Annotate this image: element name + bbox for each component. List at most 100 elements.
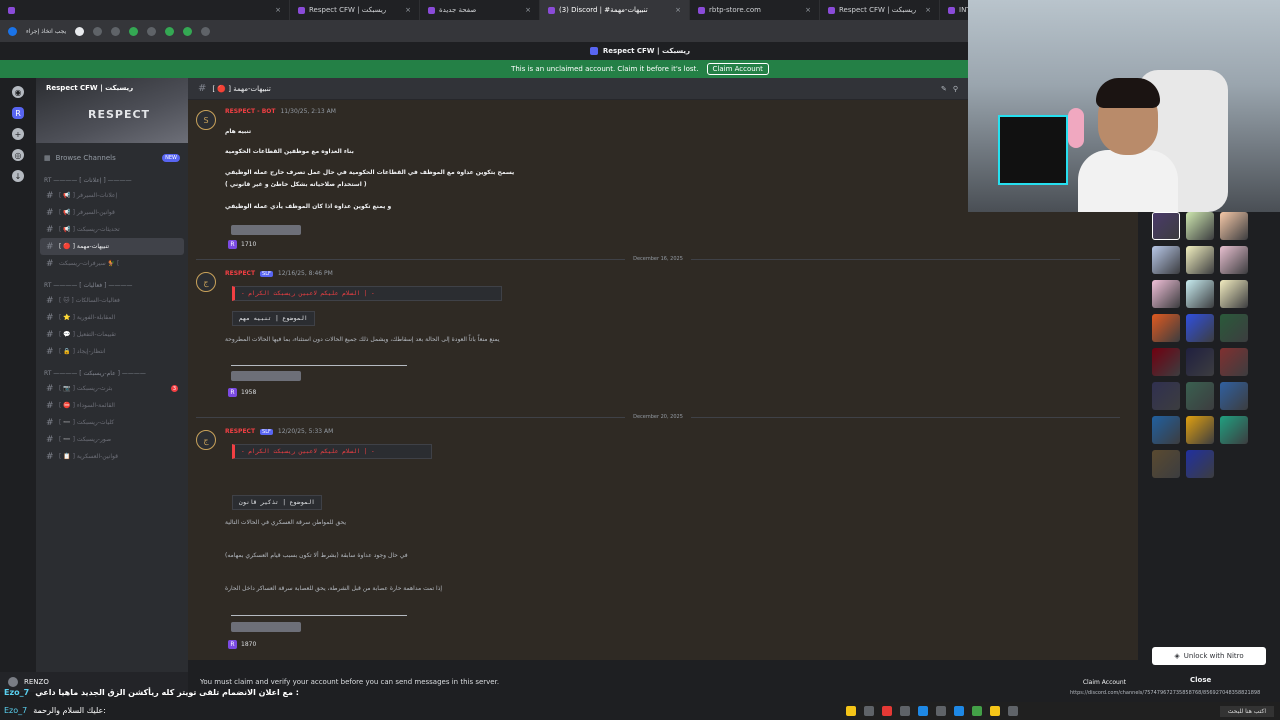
gradient-swatch[interactable] xyxy=(1152,212,1180,240)
subject-code: الموضوع | تذكير قانون xyxy=(232,495,322,510)
app-icon[interactable] xyxy=(900,706,910,716)
channel-item[interactable]: # [ ⛔ ] القائمة-السوداء xyxy=(36,397,188,414)
channel-item[interactable]: # [ 📢 ] تحديثات-ريسبكت xyxy=(36,221,188,238)
taskbar-search[interactable]: اكتب هنا للبحث xyxy=(1219,705,1274,717)
extension-icon[interactable] xyxy=(183,26,193,36)
gradient-swatch[interactable] xyxy=(1220,280,1248,308)
app-icon[interactable] xyxy=(846,706,856,716)
timestamp: 12/16/25, 8:46 PM xyxy=(277,270,333,277)
extension-icon[interactable] xyxy=(147,26,157,36)
gradient-swatch[interactable] xyxy=(1220,348,1248,376)
extension-icon[interactable] xyxy=(165,26,175,36)
gradient-swatch[interactable] xyxy=(1186,450,1214,478)
gradient-swatch[interactable] xyxy=(1220,416,1248,444)
close-tab-icon[interactable]: × xyxy=(525,6,531,14)
server-header[interactable]: Respect CFW | ريسبكت RESPECT xyxy=(36,78,188,143)
avatar[interactable]: S xyxy=(196,110,216,130)
channel-item[interactable]: # [ 📢 ] إعلانات-السيرفر xyxy=(36,187,188,204)
channel-item[interactable]: # [ 🔒 ] انتظار-إيجاد xyxy=(36,343,188,360)
profile-icon[interactable] xyxy=(75,26,85,36)
gradient-swatch[interactable] xyxy=(1186,382,1214,410)
channel-item[interactable]: # [ ➖ ] كليات-ريسبكت xyxy=(36,414,188,431)
channel-item[interactable]: # [ ⭐ ] المقابلة-الفورية xyxy=(36,309,188,326)
close-tab-icon[interactable]: × xyxy=(805,6,811,14)
reaction[interactable]: R 1870 xyxy=(228,640,256,649)
chrome-icon[interactable] xyxy=(972,706,982,716)
extension-icon[interactable] xyxy=(129,26,139,36)
extension-icon[interactable] xyxy=(111,26,121,36)
folder-icon[interactable] xyxy=(990,706,1000,716)
channel-item[interactable]: # [ 🐱 ] فعاليات-السالكات xyxy=(36,292,188,309)
channel-category[interactable]: RT ———— [ عام-ريسبكت ] ———— xyxy=(36,366,188,380)
chat-message: عليك السلام والرحمة: xyxy=(33,705,106,715)
channel-category[interactable]: RT ———— [ فعاليات ] ———— xyxy=(36,278,188,292)
browse-channels-button[interactable]: ▦ Browse Channels NEW xyxy=(36,149,188,167)
browser-tab[interactable]: rbtp-store.com × xyxy=(690,0,820,20)
pin-icon[interactable]: ✎ xyxy=(941,85,947,93)
avatar[interactable]: ج xyxy=(196,272,216,292)
author-name[interactable]: RESPECT - BOT xyxy=(225,108,275,115)
app-icon[interactable] xyxy=(1008,706,1018,716)
server-icon-respect[interactable]: R xyxy=(12,107,24,119)
extension-icon[interactable] xyxy=(201,26,211,36)
reaction[interactable]: R 1958 xyxy=(228,388,256,397)
gradient-swatch[interactable] xyxy=(1220,314,1248,342)
close-tab-icon[interactable]: × xyxy=(675,6,681,14)
app-icon[interactable] xyxy=(864,706,874,716)
gradient-swatch[interactable] xyxy=(1152,416,1180,444)
discord-home-icon[interactable]: ◉ xyxy=(12,86,24,98)
action-required-label[interactable]: يجب اتخاذ إجراء xyxy=(26,28,66,35)
browser-tab[interactable]: Respect CFW | ريسبكت × xyxy=(820,0,940,20)
gradient-swatch[interactable] xyxy=(1220,382,1248,410)
bookmark-icon[interactable] xyxy=(93,26,103,36)
close-tab-icon[interactable]: × xyxy=(275,6,281,14)
unlock-nitro-button[interactable]: ◈ Unlock with Nitro xyxy=(1152,647,1266,665)
browser-tab[interactable]: (3) Discord | #تنبيهات-مهمة × xyxy=(540,0,690,20)
extension-icon[interactable] xyxy=(8,26,17,36)
channel-category[interactable]: RT ———— [ إعلانات ] ———— xyxy=(36,173,188,187)
gradient-swatch[interactable] xyxy=(1152,246,1180,274)
gradient-swatch[interactable] xyxy=(1220,212,1248,240)
gradient-swatch[interactable] xyxy=(1152,314,1180,342)
gradient-swatch[interactable] xyxy=(1186,348,1214,376)
add-server-icon[interactable]: + xyxy=(12,128,24,140)
gradient-swatch[interactable] xyxy=(1220,246,1248,274)
code-block: - السلام عليكم لاعبين ريسبكت الكرام | - xyxy=(232,286,502,301)
app-icon[interactable] xyxy=(954,706,964,716)
close-button[interactable]: Close xyxy=(1190,676,1211,684)
channel-item[interactable]: # [ 📢 ] قوانين-السيرفر xyxy=(36,204,188,221)
gradient-swatch[interactable] xyxy=(1152,280,1180,308)
channel-item[interactable]: # [ 📋 ] قوانين-العسكرية xyxy=(36,448,188,465)
reaction[interactable]: R 1710 xyxy=(228,240,256,249)
gradient-swatch[interactable] xyxy=(1186,212,1214,240)
gradient-swatch[interactable] xyxy=(1186,314,1214,342)
channel-item[interactable]: # [ ➖ ] صور-ريسبكت xyxy=(36,431,188,448)
explore-icon[interactable]: ◎ xyxy=(12,149,24,161)
channel-item[interactable]: # [ 📷 ] بثرث-ريسبكت 3 xyxy=(36,380,188,397)
channel-item[interactable]: # [ 💬 ] تقييمات-التفعيل xyxy=(36,326,188,343)
author-name[interactable]: RESPECT xyxy=(225,270,255,277)
app-icon[interactable] xyxy=(936,706,946,716)
gradient-swatch[interactable] xyxy=(1152,382,1180,410)
browser-tab[interactable]: × xyxy=(0,0,290,20)
gradient-swatch[interactable] xyxy=(1186,246,1214,274)
download-icon[interactable]: ↓ xyxy=(12,170,24,182)
avatar[interactable]: ج xyxy=(196,430,216,450)
gradient-swatch[interactable] xyxy=(1152,450,1180,478)
gradient-swatch[interactable] xyxy=(1152,348,1180,376)
browser-tab[interactable]: صفحة جديدة × xyxy=(420,0,540,20)
message-text: بناء العداوه مع موظفين القطاعات الحكومية xyxy=(225,148,354,155)
close-tab-icon[interactable]: × xyxy=(925,6,931,14)
app-icon[interactable] xyxy=(918,706,928,716)
app-icon[interactable] xyxy=(882,706,892,716)
claim-account-button[interactable]: Claim Account xyxy=(706,63,769,75)
browser-tab[interactable]: Respect CFW | ريسبكت × xyxy=(290,0,420,20)
members-icon[interactable]: ⚲ xyxy=(953,85,958,93)
channel-item[interactable]: # سيرفرات-ريسبكت 🐓 [ xyxy=(36,255,188,272)
author-name[interactable]: RESPECT xyxy=(225,428,255,435)
gradient-swatch[interactable] xyxy=(1186,280,1214,308)
close-tab-icon[interactable]: × xyxy=(405,6,411,14)
server-name[interactable]: Respect CFW | ريسبكت xyxy=(46,84,133,92)
gradient-swatch[interactable] xyxy=(1186,416,1214,444)
channel-item[interactable]: # [ 🔴 ] تنبيهات-مهمة xyxy=(40,238,184,255)
